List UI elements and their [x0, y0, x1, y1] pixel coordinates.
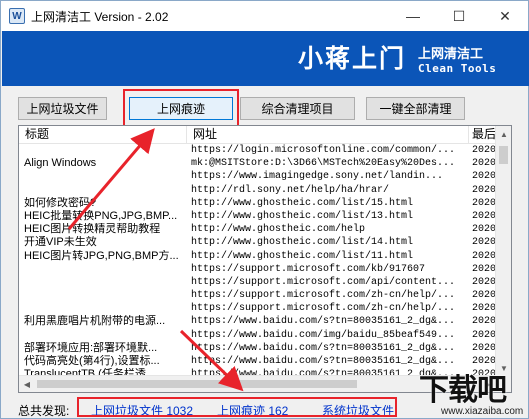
- row-url-cell: mk:@MSITStore:D:\3D66\MSTech%20Easy%20De…: [191, 158, 456, 170]
- table-row[interactable]: http://rdl.sony.net/help/ha/hrar/2020: [19, 184, 496, 197]
- clean-all-button[interactable]: 一键全部清理: [366, 97, 465, 120]
- vertical-scroll-thumb[interactable]: [499, 146, 508, 164]
- row-title-cell: [19, 289, 187, 302]
- row-title-cell: HEIC图片转换精灵帮助教程: [24, 223, 161, 236]
- table-row[interactable]: https://support.microsoft.com/api/conten…: [19, 276, 496, 289]
- traces-button-highlight: [123, 89, 239, 127]
- row-url-cell: http://www.ghostheic.com/help: [191, 224, 366, 236]
- row-title-cell: [19, 276, 187, 289]
- row-title-cell: 如何修改密码?: [24, 196, 97, 209]
- row-date-cell: 2020: [472, 329, 496, 341]
- row-date-cell: 2020: [472, 171, 496, 183]
- table-row[interactable]: 利用黑鹿唱片机附带的电源... https://www.baidu.com/s?t…: [19, 315, 496, 328]
- table-row[interactable]: HEIC图片转JPG,PNG,BMP方... http://www.ghosthe…: [19, 250, 496, 263]
- app-window: W 上网清洁工 Version - 2.02 — ☐ ✕ 小蒋上门 上网清洁工 …: [0, 0, 529, 419]
- traces-list[interactable]: 标题 网址 最后 https://login.microsoftonline.c…: [18, 125, 512, 393]
- scroll-up-icon[interactable]: ▲: [496, 126, 511, 142]
- app-icon: W: [9, 8, 25, 24]
- watermark-url: www.xiazaiba.com: [441, 406, 524, 417]
- table-row[interactable]: https://login.microsoftonline.com/common…: [19, 144, 496, 157]
- watermark-logo: 下载吧 www.xiazaiba.com: [413, 365, 528, 419]
- table-row[interactable]: https://www.baidu.com/img/baidu_85beaf54…: [19, 329, 496, 342]
- window-controls: — ☐ ✕: [390, 1, 528, 31]
- status-highlight: [77, 397, 397, 417]
- row-title-cell: [19, 144, 187, 157]
- row-title-cell: 开通VIP未生效: [24, 236, 97, 249]
- row-url-cell: https://www.imagingedge.sony.net/landin.…: [191, 171, 444, 183]
- row-date-cell: 2020: [472, 184, 496, 196]
- row-title-cell: [19, 170, 187, 183]
- row-url-cell: http://www.ghostheic.com/list/15.html: [191, 197, 414, 209]
- vertical-scrollbar[interactable]: ▲ ▼: [495, 126, 511, 376]
- row-title-cell: HEIC图片转JPG,PNG,BMP方...: [24, 249, 179, 262]
- row-date-cell: 2020: [472, 263, 496, 275]
- row-title-cell: [19, 329, 187, 342]
- row-url-cell: https://www.baidu.com/s?tn=80035161_2_dg…: [191, 316, 456, 328]
- title-bar: W 上网清洁工 Version - 2.02 — ☐ ✕: [1, 1, 528, 31]
- column-header-title[interactable]: 标题: [19, 126, 187, 144]
- combined-cleanup-button[interactable]: 综合清理项目: [240, 97, 355, 120]
- table-row[interactable]: 如何修改密码? http://www.ghostheic.com/list/15.…: [19, 197, 496, 210]
- row-url-cell: https://support.microsoft.com/zh-cn/help…: [191, 290, 456, 302]
- row-title-cell: [19, 263, 187, 276]
- banner-tagline: Clean Tools: [418, 62, 497, 75]
- table-row[interactable]: https://support.microsoft.com/kb/917607 2…: [19, 263, 496, 276]
- row-title-cell: 部署环境应用:部署环境默...: [24, 341, 158, 354]
- column-header-last[interactable]: 最后: [469, 126, 496, 144]
- row-date-cell: 2020: [472, 250, 496, 262]
- row-date-cell: 2020: [472, 197, 496, 209]
- row-url-cell: https://www.baidu.com/img/baidu_85beaf54…: [191, 329, 456, 341]
- close-button[interactable]: ✕: [482, 1, 528, 31]
- list-rows: https://login.microsoftonline.com/common…: [19, 144, 496, 381]
- row-url-cell: http://rdl.sony.net/help/ha/hrar/: [191, 184, 390, 196]
- row-title-cell: 代码高亮处(第4行),设置标...: [24, 355, 160, 367]
- row-url-cell: https://www.baidu.com/s?tn=80035161_2_dg…: [191, 342, 456, 354]
- row-url-cell: http://www.ghostheic.com/list/11.html: [191, 250, 414, 262]
- maximize-button[interactable]: ☐: [436, 1, 482, 31]
- watermark-title: 下载吧: [419, 373, 507, 408]
- row-url-cell: https://support.microsoft.com/zh-cn/help…: [191, 303, 456, 315]
- row-date-cell: 2020: [472, 224, 496, 236]
- row-date-cell: 2020: [472, 158, 496, 170]
- window-title: 上网清洁工 Version - 2.02: [31, 9, 169, 24]
- table-row[interactable]: https://www.imagingedge.sony.net/landin.…: [19, 170, 496, 183]
- row-date-cell: 2020: [472, 276, 496, 288]
- row-url-cell: http://www.ghostheic.com/list/14.html: [191, 237, 414, 249]
- junk-files-button[interactable]: 上网垃圾文件: [18, 97, 107, 120]
- brand-banner: 小蒋上门 上网清洁工 Clean Tools: [2, 31, 529, 86]
- row-date-cell: 2020: [472, 210, 496, 222]
- row-title-cell: 利用黑鹿唱片机附带的电源...: [24, 315, 166, 328]
- row-date-cell: 2020: [472, 342, 496, 354]
- row-date-cell: 2020: [472, 290, 496, 302]
- list-header: 标题 网址 最后: [19, 126, 496, 144]
- row-title-cell: [19, 184, 187, 197]
- row-title-cell: Align Windows: [24, 157, 97, 170]
- row-date-cell: 2020: [472, 316, 496, 328]
- row-date-cell: 2020: [472, 145, 496, 156]
- table-row[interactable]: Align Windows mk:@MSITStore:D:\3D66\MSTec…: [19, 157, 496, 170]
- row-url-cell: https://login.microsoftonline.com/common…: [191, 145, 456, 156]
- table-row[interactable]: https://support.microsoft.com/zh-cn/help…: [19, 289, 496, 302]
- table-row[interactable]: HEIC批量转换PNG,JPG,BMP... http://www.ghosthe…: [19, 210, 496, 223]
- row-url-cell: https://support.microsoft.com/api/conten…: [191, 276, 456, 288]
- horizontal-scroll-thumb[interactable]: [37, 380, 357, 388]
- row-url-cell: http://www.ghostheic.com/list/13.html: [191, 210, 414, 222]
- row-date-cell: 2020: [472, 237, 496, 249]
- minimize-button[interactable]: —: [390, 1, 436, 31]
- banner-app-name: 上网清洁工: [418, 46, 484, 61]
- column-header-url[interactable]: 网址: [187, 126, 469, 144]
- scroll-left-icon[interactable]: ◀: [19, 376, 35, 392]
- row-date-cell: 2020: [472, 303, 496, 315]
- banner-title: 小蒋上门: [298, 44, 407, 73]
- table-row[interactable]: 开通VIP未生效 http://www.ghostheic.com/list/14…: [19, 236, 496, 249]
- status-label: 总共发现:: [18, 404, 70, 418]
- row-title-cell: HEIC批量转换PNG,JPG,BMP...: [24, 209, 178, 222]
- table-row[interactable]: 部署环境应用:部署环境默... https://www.baidu.com/s?t…: [19, 342, 496, 355]
- table-row[interactable]: https://support.microsoft.com/zh-cn/help…: [19, 302, 496, 315]
- row-title-cell: [19, 302, 187, 315]
- row-url-cell: https://support.microsoft.com/kb/917607: [191, 263, 426, 275]
- table-row[interactable]: HEIC图片转换精灵帮助教程 http://www.ghostheic.com/h…: [19, 223, 496, 236]
